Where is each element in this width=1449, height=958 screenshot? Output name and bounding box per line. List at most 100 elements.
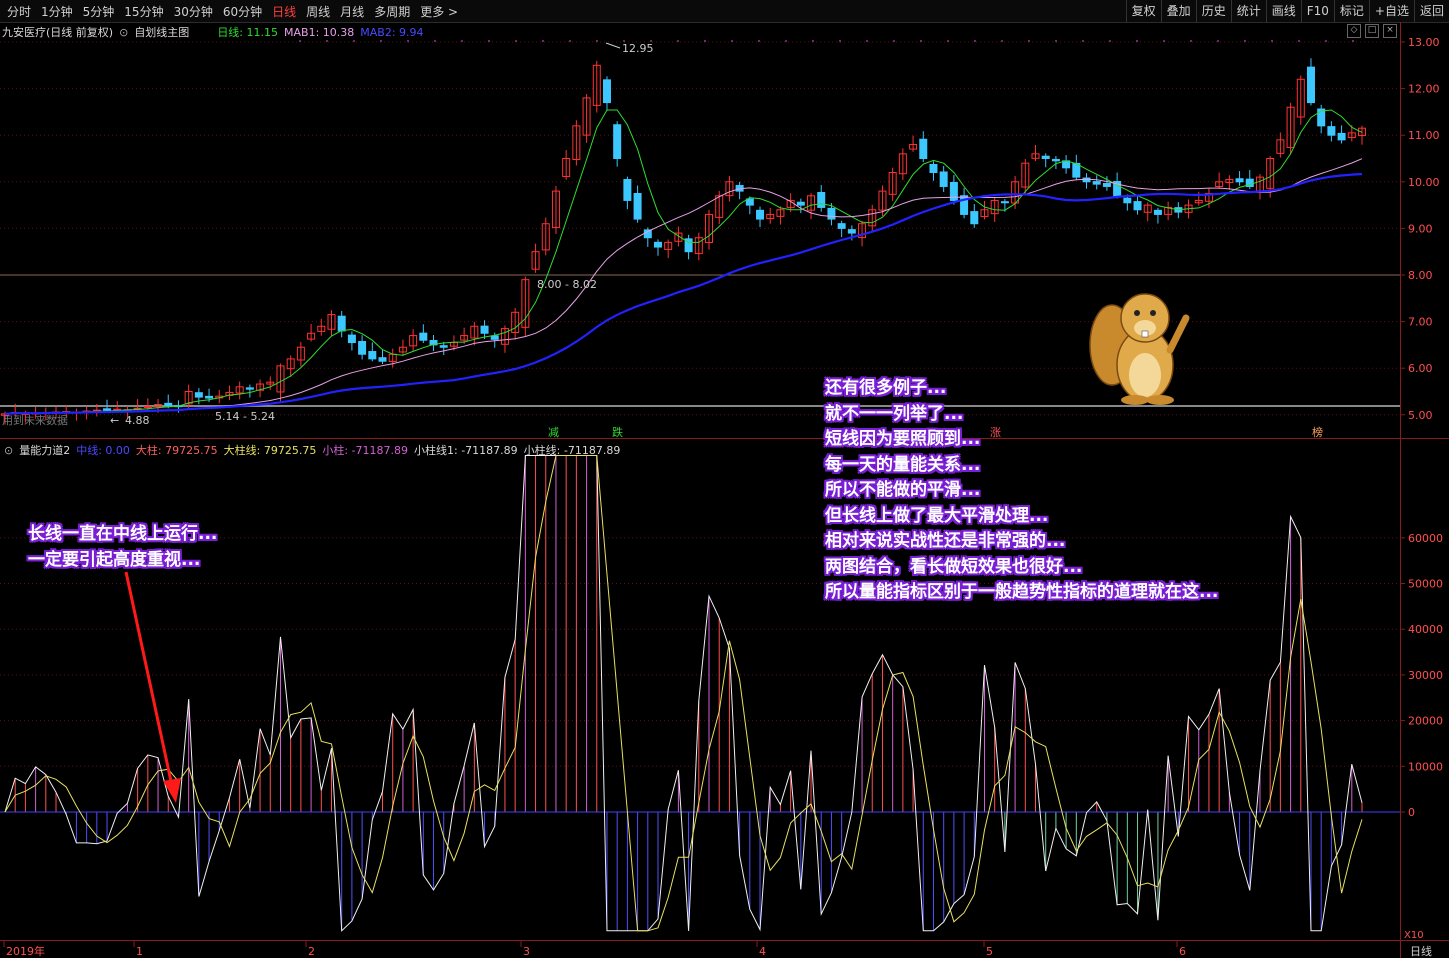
candle-body — [164, 402, 173, 406]
candle-body — [103, 408, 112, 411]
candle-body — [970, 211, 979, 225]
candle-body — [633, 192, 642, 220]
candle-body — [1235, 178, 1244, 183]
price-tick-label: 12.00 — [1408, 83, 1440, 96]
signal-dot — [1136, 40, 1138, 42]
candle-body — [1092, 181, 1101, 185]
signal-dot — [974, 40, 976, 42]
candle-body — [919, 138, 928, 159]
signal-dot — [434, 40, 436, 42]
signal-dot — [488, 40, 490, 42]
candle-body — [143, 405, 152, 408]
candle-body — [358, 341, 367, 355]
date-tick-label: 2 — [308, 945, 315, 958]
signal-dot — [353, 40, 355, 42]
signal-dot — [1001, 40, 1003, 42]
candle-body — [796, 201, 805, 206]
high-label-line — [605, 42, 621, 49]
candle-body — [1082, 177, 1091, 183]
period-label: 日线 — [1410, 944, 1432, 958]
arrow-head-icon — [163, 778, 181, 803]
annotation-left: 长线一直在中线上运行... 一定要引起高度重视... — [28, 522, 217, 573]
signal-dot — [731, 40, 733, 42]
annotation-right-line: 相对来说实战性还是非常强的... — [825, 531, 1066, 551]
annotation-right-line: 但长线上做了最大平滑处理... — [825, 505, 1049, 526]
squirrel-arm — [1166, 314, 1190, 354]
signal-dot — [542, 40, 544, 42]
range-label: 5.14 - 5.24 — [215, 410, 275, 423]
signal-dot — [704, 40, 706, 42]
candle-body — [1051, 158, 1060, 162]
signal-dot — [677, 40, 679, 42]
candle-body — [1102, 183, 1111, 187]
annotation-left-line: 一定要引起高度重视... — [28, 549, 201, 570]
annotation-right-line: 短线因为要照顾到... — [825, 429, 981, 449]
date-tick-label: 4 — [759, 945, 766, 958]
annotation-right-line: 两图结合，看长做短效果也很好... — [825, 556, 1083, 577]
signal-dot — [920, 40, 922, 42]
candle-body — [378, 357, 387, 362]
signal-dot — [1325, 40, 1327, 42]
candle-body — [817, 192, 826, 208]
signal-dot — [1271, 40, 1273, 42]
arrow-shaft — [124, 571, 174, 787]
candle-body — [1000, 201, 1009, 204]
gap-label: 8.00 - 8.02 — [537, 278, 597, 291]
signal-dot — [569, 40, 571, 42]
price-tick-label: 6.00 — [1408, 362, 1433, 375]
candle-body — [1123, 197, 1132, 204]
signal-dot — [812, 40, 814, 42]
signal-dot — [1163, 40, 1165, 42]
signal-dot — [299, 40, 301, 42]
sub-tick-label: 0 — [1408, 806, 1415, 819]
signal-dot — [380, 40, 382, 42]
price-tick-label: 10.00 — [1408, 176, 1440, 189]
low-arrow-icon: ← — [110, 414, 119, 427]
annotation-left-line: 长线一直在中线上运行... — [28, 524, 218, 544]
price-tick-label: 5.00 — [1408, 409, 1433, 422]
price-tick-label: 7.00 — [1408, 316, 1433, 329]
candle-body — [756, 209, 765, 220]
signal-dot — [758, 40, 760, 42]
date-tick-label: 1 — [136, 945, 143, 958]
multiplier-label: X10 — [1404, 930, 1424, 941]
signal-dot — [1244, 40, 1246, 42]
annotation-right-line: 就不一一列举了... — [825, 403, 964, 424]
signal-dot — [1082, 40, 1084, 42]
chart-canvas[interactable]: 13.00 12.00 11.00 10.00 9.00 8.00 7.00 6.00 5.00… — [0, 0, 1449, 958]
signal-marker: 榜 — [1312, 425, 1323, 439]
candle-body — [1041, 155, 1050, 159]
signal-dot — [1190, 40, 1192, 42]
signal-dot — [1109, 40, 1111, 42]
candle-body — [1306, 66, 1315, 104]
candle-body — [480, 325, 489, 334]
squirrel-eye — [1134, 310, 1140, 316]
signal-dot — [326, 40, 328, 42]
candle-body — [337, 315, 346, 332]
squirrel-eye — [1150, 310, 1156, 316]
signal-dot — [461, 40, 463, 42]
high-price-label: 12.95 — [622, 42, 654, 55]
candle-body — [205, 395, 214, 399]
annotation-right-line: 每一天的量能关系... — [825, 454, 981, 475]
price-tick-label: 11.00 — [1408, 129, 1440, 142]
candle-body — [490, 335, 499, 340]
candle-body — [929, 164, 938, 173]
candle-body — [419, 332, 428, 341]
price-tick-label: 8.00 — [1408, 269, 1433, 282]
candle-body — [827, 207, 836, 220]
candle-body — [847, 229, 856, 234]
signal-dot — [785, 40, 787, 42]
future-data-note: 用到未来数据 — [2, 413, 68, 427]
candle-body — [653, 241, 662, 248]
annotation-right-line: 所以量能指标区别于一般趋势性指标的道理就在这... — [825, 582, 1219, 602]
date-tick-label: 2019年 — [6, 944, 45, 958]
candle-body — [245, 387, 254, 390]
squirrel-teeth — [1141, 330, 1149, 338]
annotation-right: 还有很多例子... 就不一一列举了... 短线因为要照顾到... 每一天的量能关… — [825, 376, 1218, 606]
candle-body — [613, 124, 622, 159]
signal-dot — [407, 40, 409, 42]
date-tick-label: 3 — [523, 945, 530, 958]
price-tick-label: 13.00 — [1408, 36, 1440, 49]
annotation-right-line: 还有很多例子... — [825, 378, 947, 398]
